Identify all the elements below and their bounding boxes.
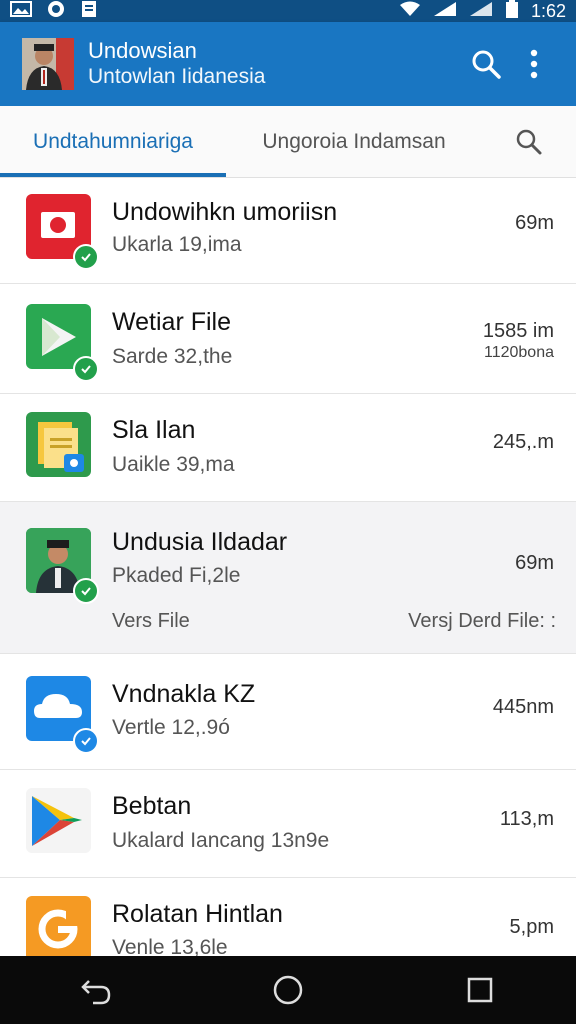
search-icon <box>516 129 542 154</box>
gallery-icon <box>10 0 32 22</box>
app-bar: Undowsian Untowlan Iidanesia <box>0 22 576 106</box>
more-vert-icon <box>530 49 538 79</box>
app-subtitle: Ukalard Iancang 13n9e <box>112 829 330 852</box>
check-badge-icon <box>73 728 99 754</box>
app-size-secondary: 1120bona <box>484 344 554 361</box>
tab-bar: Undtahumniariga Ungoroia Indamsan <box>0 106 576 178</box>
app-name: Bebtan <box>112 792 192 820</box>
version-file-detail[interactable]: Versj Derd File: : <box>408 610 556 633</box>
tab-label: Ungoroia Indamsan <box>262 129 446 153</box>
app-size: 5,pm <box>509 916 554 938</box>
home-icon <box>273 975 303 1005</box>
app-subtitle: Pkaded Fi,2le <box>112 564 241 587</box>
app-name: Sla Ilan <box>112 416 196 444</box>
app-name: Undowihkn umoriisn <box>112 198 338 226</box>
app-size: 445nm <box>492 696 554 718</box>
list-item[interactable]: Wetiar File Sarde 32,the 1585 im 1120bon… <box>0 284 576 394</box>
check-badge-icon <box>73 356 99 382</box>
navigation-bar <box>0 956 576 1024</box>
recents-icon <box>467 977 493 1003</box>
list-item-expanded[interactable]: Undusia Ildadar Pkaded Fi,2le 69m Vers F… <box>0 502 576 654</box>
back-button[interactable] <box>66 960 126 1020</box>
tab-secondary[interactable]: Ungoroia Indamsan <box>226 106 482 177</box>
list-item[interactable]: Undowihkn umoriisn Ukarla 19,ima 69m <box>0 178 576 284</box>
list-item[interactable]: Bebtan Ukalard Iancang 13n9e 113,m <box>0 770 576 878</box>
app-subtitle: Ukarla 19,ima <box>112 233 242 256</box>
wifi-icon <box>399 1 421 22</box>
tab-label: Undtahumniariga <box>33 129 193 153</box>
search-icon <box>472 50 501 79</box>
app-subtitle: Sarde 32,the <box>112 345 233 368</box>
app-title: Undowsian <box>88 38 197 63</box>
g-logo-icon <box>26 896 91 961</box>
home-button[interactable] <box>258 960 318 1020</box>
check-badge-icon <box>73 578 99 604</box>
tab-search-button[interactable] <box>482 106 576 177</box>
app-size: 69m <box>515 212 554 234</box>
signal-icon <box>433 1 457 22</box>
app-name: Vndnakla KZ <box>112 680 256 708</box>
app-list: Undowihkn umoriisn Ukarla 19,ima 69m Wet… <box>0 178 576 968</box>
app-name: Undusia Ildadar <box>112 528 288 556</box>
status-time: 1:62 <box>530 0 566 21</box>
list-item[interactable]: Vndnakla KZ Vertle 12,.9ó 445nm <box>0 654 576 770</box>
search-button[interactable] <box>462 40 510 88</box>
list-item[interactable]: Rolatan Hintlan Venle 13,6le 5,pm <box>0 878 576 968</box>
app-size: 69m <box>515 552 554 574</box>
list-item[interactable]: Sla Ilan Uaikle 39,ma 245,.m <box>0 394 576 502</box>
recents-button[interactable] <box>450 960 510 1020</box>
version-file-label[interactable]: Vers File <box>112 610 190 633</box>
check-badge-icon <box>73 244 99 270</box>
shield-icon <box>44 0 68 23</box>
back-icon <box>81 980 111 1005</box>
app-size: 1585 im <box>482 320 554 342</box>
app-subtitle: Untowlan Iidanesia <box>88 65 266 88</box>
signal-icon <box>469 1 493 22</box>
clipboard-icon <box>80 0 98 23</box>
more-options-button[interactable] <box>510 40 558 88</box>
file-manager-icon <box>26 412 91 477</box>
app-size: 113,m <box>499 808 554 830</box>
app-name: Wetiar File <box>112 308 232 336</box>
app-name: Rolatan Hintlan <box>112 900 283 928</box>
app-size: 245,.m <box>492 431 554 453</box>
battery-icon <box>505 0 519 23</box>
play-triangle-icon <box>26 788 91 853</box>
avatar[interactable] <box>22 38 74 90</box>
tab-primary[interactable]: Undtahumniariga <box>0 106 226 177</box>
app-subtitle: Vertle 12,.9ó <box>112 716 230 739</box>
status-bar: 1:62 <box>0 0 576 22</box>
app-subtitle: Uaikle 39,ma <box>112 453 235 476</box>
